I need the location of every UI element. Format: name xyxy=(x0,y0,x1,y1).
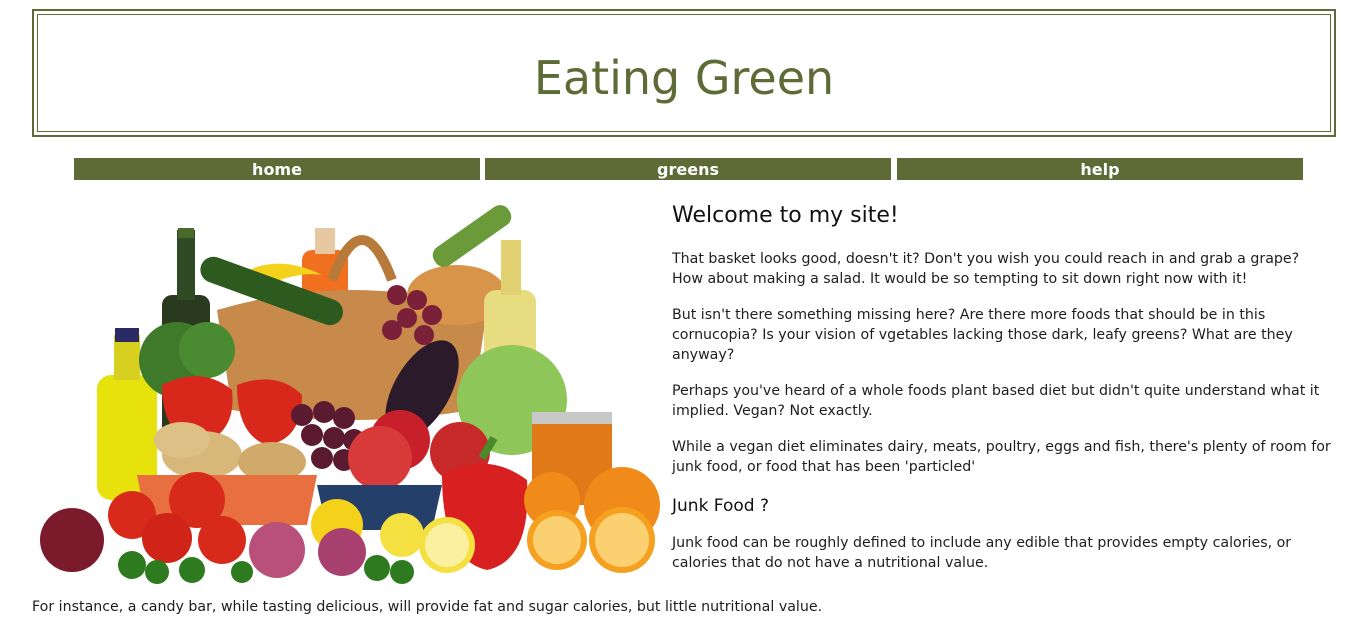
paragraph-junk-food: Junk food can be roughly defined to incl… xyxy=(672,535,1292,571)
main-nav: home greens help xyxy=(0,158,1349,180)
site-header: Eating Green xyxy=(32,9,1336,137)
paragraph-candy-bar: For instance, a candy bar, while tasting… xyxy=(32,599,823,615)
welcome-heading: Welcome to my site! xyxy=(672,203,899,228)
nav-item-home[interactable]: home xyxy=(74,158,480,180)
junk-food-heading: Junk Food ? xyxy=(672,496,770,516)
site-title: Eating Green xyxy=(533,51,835,105)
main-content: Welcome to my site! That basket looks go… xyxy=(672,197,1334,589)
food-basket-image xyxy=(40,205,660,584)
nav-item-greens[interactable]: greens xyxy=(485,158,891,180)
paragraph-basket: That basket looks good, doesn't it? Don'… xyxy=(672,251,1300,287)
nav-item-help[interactable]: help xyxy=(897,158,1303,180)
paragraph-plant-based: Perhaps you've heard of a whole foods pl… xyxy=(672,383,1320,419)
paragraph-vegan: While a vegan diet eliminates dairy, mea… xyxy=(672,439,1331,475)
header-inner-border: Eating Green xyxy=(37,14,1331,132)
paragraph-missing: But isn't there something missing here? … xyxy=(672,307,1293,363)
